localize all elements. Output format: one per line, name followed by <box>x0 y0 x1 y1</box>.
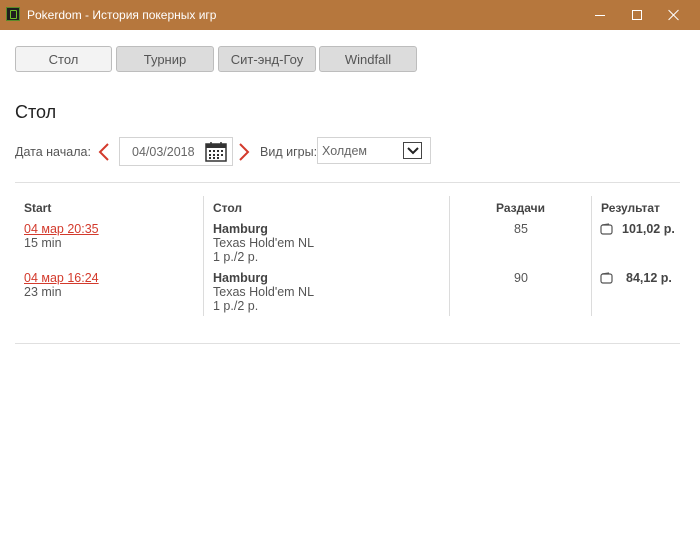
header-result: Результат <box>601 201 660 215</box>
column-divider <box>591 196 592 316</box>
wallet-icon <box>600 272 613 284</box>
row-stakes: 1 р./2 р. <box>213 250 259 264</box>
close-button[interactable] <box>663 4 685 26</box>
calendar-icon[interactable] <box>205 142 227 162</box>
title-bar[interactable]: Pokerdom - История покерных игр <box>0 0 700 30</box>
row-result: 84,12 р. <box>626 271 672 285</box>
header-table: Стол <box>213 201 243 215</box>
row-hands: 90 <box>514 271 528 285</box>
chevron-left-icon <box>98 143 109 161</box>
row-start-link[interactable]: 04 мар 20:35 <box>24 222 99 236</box>
row-hands: 85 <box>514 222 528 236</box>
maximize-button[interactable] <box>626 4 648 26</box>
divider-bottom <box>15 343 680 344</box>
pokerdom-app-icon <box>6 7 20 21</box>
row-duration: 23 min <box>24 285 62 299</box>
tab-sit-and-go[interactable]: Сит-энд-Гоу <box>218 46 316 72</box>
column-divider <box>449 196 450 316</box>
row-table-name: Hamburg <box>213 271 268 285</box>
start-date-label: Дата начала: <box>15 145 91 159</box>
close-icon <box>668 9 680 21</box>
row-result: 101,02 р. <box>622 222 675 236</box>
next-date-button[interactable] <box>236 141 252 163</box>
divider-top <box>15 182 680 183</box>
window-title: Pokerdom - История покерных игр <box>27 8 217 22</box>
prev-date-button[interactable] <box>96 141 112 163</box>
row-table-name: Hamburg <box>213 222 268 236</box>
tab-windfall[interactable]: Windfall <box>319 46 417 72</box>
row-stakes: 1 р./2 р. <box>213 299 259 313</box>
history-window: Pokerdom - История покерных игр Стол Тур… <box>0 0 700 556</box>
header-hands: Раздачи <box>496 201 545 215</box>
maximize-icon <box>632 10 642 20</box>
chevron-right-icon <box>239 143 250 161</box>
minimize-icon <box>595 15 605 16</box>
chevron-down-icon[interactable] <box>403 142 422 159</box>
row-game-type: Texas Hold'em NL <box>213 285 315 299</box>
header-start: Start <box>24 201 52 215</box>
row-start-link[interactable]: 04 мар 16:24 <box>24 271 99 285</box>
tab-tournament[interactable]: Турнир <box>116 46 214 72</box>
row-duration: 15 min <box>24 236 62 250</box>
row-game-type: Texas Hold'em NL <box>213 236 315 250</box>
section-title: Стол <box>15 102 57 122</box>
minimize-button[interactable] <box>589 4 611 26</box>
game-type-label: Вид игры: <box>260 145 318 159</box>
column-divider <box>203 196 204 316</box>
wallet-icon <box>600 223 613 235</box>
tab-table[interactable]: Стол <box>15 46 112 72</box>
